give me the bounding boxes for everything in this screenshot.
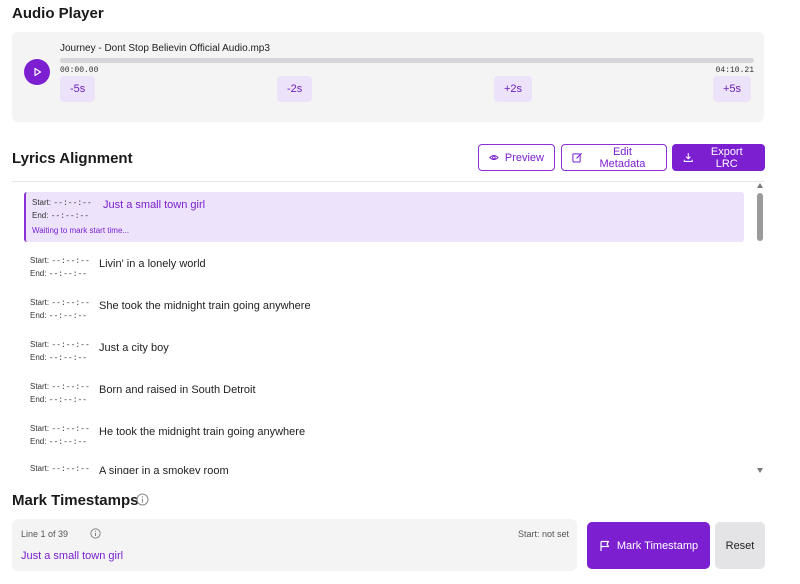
start-time: Start: --:--:-- bbox=[30, 382, 90, 392]
start-time: Start: --:--:-- bbox=[30, 256, 90, 266]
current-time: 00:00.00 bbox=[60, 66, 99, 75]
edit-icon bbox=[572, 153, 582, 163]
lyric-text: A singer in a smokey room bbox=[99, 465, 229, 474]
lyrics-scrollbar[interactable] bbox=[757, 183, 763, 473]
scroll-down-arrow-icon[interactable] bbox=[757, 468, 763, 473]
play-icon bbox=[34, 67, 42, 77]
seek-forward-2s-button[interactable]: +2s bbox=[494, 76, 533, 102]
lyrics-alignment-title: Lyrics Alignment bbox=[12, 150, 133, 167]
lyrics-list: Start: --:--:-- End: --:--:-- Just a sma… bbox=[12, 181, 764, 474]
lyric-text: He took the midnight train going anywher… bbox=[99, 426, 306, 438]
preview-label: Preview bbox=[504, 151, 544, 164]
total-time: 04:10.21 bbox=[715, 66, 754, 75]
mark-timestamps-title: Mark Timestamps bbox=[12, 492, 139, 509]
edit-metadata-label: Edit Metadata bbox=[599, 145, 646, 170]
progress-bar[interactable] bbox=[60, 58, 754, 63]
lyric-line-active[interactable]: Start: --:--:-- End: --:--:-- Just a sma… bbox=[24, 192, 744, 242]
edit-metadata-button[interactable]: Edit Metadata bbox=[561, 144, 667, 171]
eye-icon bbox=[489, 154, 499, 161]
flag-icon bbox=[600, 540, 609, 551]
seek-back-2s-button[interactable]: -2s bbox=[277, 76, 313, 102]
preview-button[interactable]: Preview bbox=[478, 144, 555, 171]
end-time: End: --:--:-- bbox=[32, 211, 90, 221]
download-icon bbox=[683, 153, 693, 162]
scroll-thumb[interactable] bbox=[757, 193, 763, 241]
export-lrc-button[interactable]: Export LRC bbox=[672, 144, 765, 171]
audio-player: Journey - Dont Stop Believin Official Au… bbox=[12, 32, 764, 122]
current-lyric: Just a small town girl bbox=[21, 550, 124, 562]
lyric-text: Born and raised in South Detroit bbox=[99, 384, 256, 396]
lyric-text: Livin' in a lonely world bbox=[99, 258, 206, 270]
mark-timestamp-button[interactable]: Mark Timestamp bbox=[587, 522, 710, 569]
mark-timestamp-label: Mark Timestamp bbox=[616, 539, 699, 552]
mark-panel: Line 1 of 39 Start: not set Just a small… bbox=[12, 519, 577, 571]
lyric-line[interactable]: Start: --:--:-- A singer in a smokey roo… bbox=[24, 460, 744, 474]
audio-player-title: Audio Player bbox=[12, 5, 104, 22]
track-name: Journey - Dont Stop Believin Official Au… bbox=[60, 43, 270, 54]
end-time: End: --:--:-- bbox=[30, 437, 88, 447]
start-status: Start: not set bbox=[517, 529, 569, 539]
lyric-text: Just a small town girl bbox=[103, 199, 206, 211]
line-counter: Line 1 of 39 bbox=[21, 529, 69, 539]
start-time: Start: --:--:-- bbox=[30, 340, 90, 350]
info-icon[interactable] bbox=[90, 528, 101, 539]
seek-forward-5s-button[interactable]: +5s bbox=[713, 76, 752, 102]
lyric-text: Just a city boy bbox=[99, 342, 169, 354]
start-time: Start: --:--:-- bbox=[32, 198, 92, 208]
end-time: End: --:--:-- bbox=[30, 311, 88, 321]
scroll-up-arrow-icon[interactable] bbox=[757, 183, 763, 188]
start-time: Start: --:--:-- bbox=[30, 298, 90, 308]
start-time: Start: --:--:-- bbox=[30, 424, 90, 434]
lyric-status: Waiting to mark start time... bbox=[32, 226, 130, 235]
lyric-text: She took the midnight train going anywhe… bbox=[99, 300, 311, 312]
end-time: End: --:--:-- bbox=[30, 353, 88, 363]
end-time: End: --:--:-- bbox=[30, 395, 88, 405]
info-icon[interactable] bbox=[136, 493, 149, 506]
reset-button[interactable]: Reset bbox=[715, 522, 765, 569]
seek-back-5s-button[interactable]: -5s bbox=[60, 76, 96, 102]
start-time: Start: --:--:-- bbox=[30, 464, 90, 474]
export-lrc-label: Export LRC bbox=[710, 145, 743, 170]
play-button[interactable] bbox=[24, 59, 50, 85]
end-time: End: --:--:-- bbox=[30, 269, 88, 279]
